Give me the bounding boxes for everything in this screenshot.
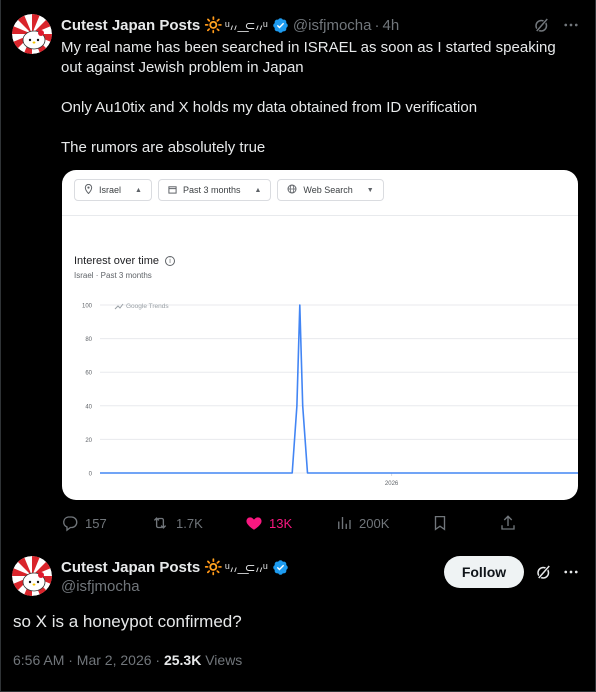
y-tick-label: 100	[82, 304, 93, 310]
verified-badge-icon	[272, 559, 289, 576]
reply-count: 157	[85, 515, 107, 531]
views-count: 25.3K	[163, 652, 202, 668]
filter-region-label: Israel	[99, 185, 122, 195]
grok-icon[interactable]	[535, 563, 553, 586]
y-tick-label: 0	[89, 472, 93, 478]
separator: ·	[374, 16, 380, 34]
author-name[interactable]: Cutest Japan Posts	[61, 17, 200, 34]
chart-title-text: Interest over time	[74, 255, 159, 267]
tweet-text: My real name has been searched in ISRAEL…	[61, 38, 576, 158]
x-tick-label: 2026	[385, 481, 399, 487]
reply-icon	[63, 516, 78, 532]
divider	[62, 215, 578, 216]
author-handle[interactable]: @isfjmocha	[293, 17, 372, 34]
author-row: Cutest Japan Posts 🔆 ᵘ៸៸ ͟ ⊂៸៸ᵘ @isfjmoc…	[61, 15, 399, 35]
chart-subtitle: Israel · Past 3 months	[74, 271, 152, 280]
filter-property-label: Web Search	[303, 185, 353, 195]
filter-property: Web Search ▼	[277, 179, 384, 201]
y-tick-label: 80	[85, 337, 92, 343]
filter-region: Israel ▲	[74, 179, 152, 201]
sun-emoji: 🔆	[204, 559, 223, 576]
kaomoji: ᵘ៸៸ ͟ ⊂៸៸ᵘ	[224, 18, 268, 33]
tweet-line: Only Au10tix and X holds my data obtaine…	[61, 99, 478, 116]
filter-time-label: Past 3 months	[182, 185, 241, 195]
reply-button[interactable]: 157	[61, 512, 107, 534]
views-count: 200K	[359, 515, 390, 531]
more-options-icon[interactable]	[562, 15, 580, 35]
bookmark-button[interactable]	[431, 512, 449, 534]
repost-icon	[153, 517, 167, 529]
like-button[interactable]: 13K	[245, 512, 292, 534]
y-tick-label: 20	[85, 438, 92, 444]
post-time[interactable]: 4h	[382, 17, 399, 34]
timestamp[interactable]: 6:56 AM · Mar 2, 2026 ·	[13, 652, 164, 668]
y-tick-label: 40	[85, 404, 92, 410]
interest-over-time-chart: 0 20 40 60 80 100 2026 Google Trends	[82, 303, 578, 487]
trends-filters: Israel ▲ Past 3 months ▲ Web Search ▼	[74, 179, 384, 201]
sun-emoji: 🔆	[204, 17, 223, 34]
caret-up-icon: ▲	[135, 186, 142, 194]
analytics-icon	[338, 517, 351, 529]
more-options-icon[interactable]	[562, 563, 580, 586]
like-count: 13K	[269, 515, 293, 531]
views-label: Views	[201, 652, 243, 668]
share-icon	[501, 515, 515, 530]
tweet-thread: Cutest Japan Posts 🔆 ᵘ៸៸ ͟ ⊂៸៸ᵘ @isfjmoc…	[0, 0, 596, 692]
tweet-actions: 157 1.7K 13K 200K	[61, 512, 531, 534]
caret-up-icon: ▲	[254, 186, 262, 194]
tweet-line: My real name has been searched in ISRAEL…	[61, 39, 556, 76]
location-pin-icon	[84, 183, 93, 196]
verified-badge-icon	[272, 17, 289, 34]
tweet-line: The rumors are absolutely true	[61, 139, 266, 156]
repost-button[interactable]: 1.7K	[150, 512, 203, 534]
views-button[interactable]: 200K	[335, 512, 389, 534]
calendar-icon	[168, 185, 177, 196]
author-handle[interactable]: @isfjmocha	[61, 578, 140, 595]
grok-icon[interactable]	[533, 15, 551, 35]
follow-button[interactable]: Follow	[444, 556, 524, 588]
share-button[interactable]	[499, 512, 517, 534]
author-name[interactable]: Cutest Japan Posts	[61, 559, 200, 576]
tweet-text: so X is a honeypot confirmed?	[13, 612, 242, 631]
chart-title: Interest over time i	[74, 255, 175, 267]
google-trends-watermark: Google Trends	[114, 303, 169, 310]
kaomoji: ᵘ៸៸ ͟ ⊂៸៸ᵘ	[224, 560, 268, 575]
bookmark-icon	[434, 515, 446, 531]
tweet-meta: 6:56 AM · Mar 2, 2026 · 25.3K Views	[13, 652, 242, 668]
avatar[interactable]	[12, 556, 52, 596]
caret-down-icon: ▼	[366, 186, 374, 194]
svg-text:Google Trends: Google Trends	[126, 303, 169, 310]
avatar[interactable]	[12, 14, 52, 54]
y-tick-label: 60	[85, 371, 92, 377]
filter-time: Past 3 months ▲	[157, 179, 272, 201]
series-line	[100, 304, 578, 474]
globe-icon	[287, 184, 297, 196]
repost-count: 1.7K	[176, 515, 203, 531]
info-icon: i	[164, 256, 175, 266]
author-row: Cutest Japan Posts 🔆 ᵘ៸៸ ͟ ⊂៸៸ᵘ	[61, 557, 289, 577]
heart-icon	[246, 517, 262, 530]
trends-screenshot-card[interactable]: Israel ▲ Past 3 months ▲ Web Search ▼ In…	[62, 170, 578, 500]
